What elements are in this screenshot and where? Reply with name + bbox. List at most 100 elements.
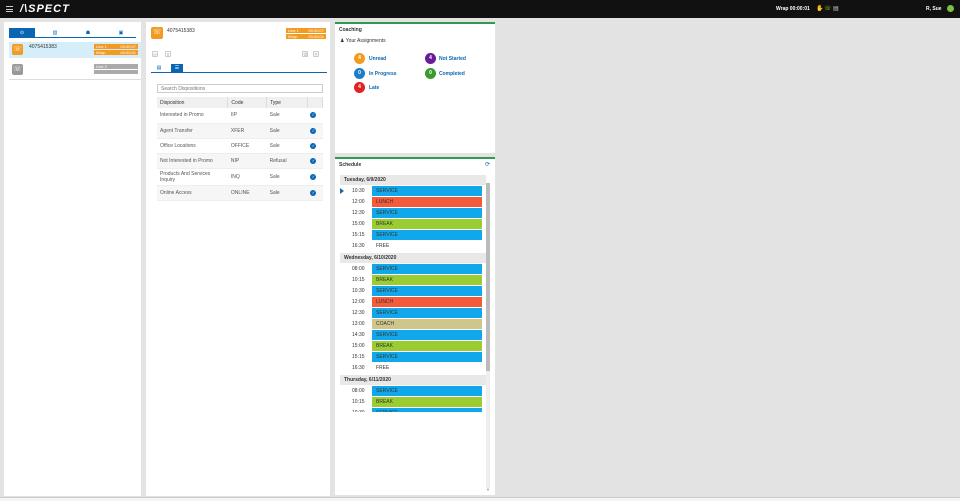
line-badge: Line 1 00:00:07 bbox=[94, 44, 138, 49]
check-icon[interactable]: ✓ bbox=[310, 112, 317, 119]
schedule-row[interactable]: 12:30 SERVICE bbox=[344, 308, 486, 319]
schedule-activity: LUNCH bbox=[372, 197, 482, 207]
hamburger-menu-icon[interactable] bbox=[6, 6, 13, 12]
call-number: 4075415383 bbox=[29, 44, 57, 50]
search-dispositions-input[interactable]: Search Dispositions bbox=[157, 84, 323, 93]
schedule-time: 08:00 bbox=[352, 388, 365, 394]
document-icon[interactable]: ▤ bbox=[153, 64, 165, 73]
not-started-label[interactable]: Not Started bbox=[439, 56, 466, 62]
schedule-row[interactable]: 15:00 BREAK bbox=[344, 341, 486, 352]
schedule-day-header: Thursday, 6/11/2020 bbox=[340, 375, 486, 385]
schedule-row[interactable]: 12:00 LUNCH bbox=[344, 197, 486, 208]
pause-icon[interactable]: ॥ bbox=[165, 51, 171, 58]
check-icon[interactable]: ✓ bbox=[310, 157, 317, 164]
column-header[interactable]: Disposition bbox=[157, 97, 229, 108]
late-count[interactable]: 4 bbox=[354, 82, 365, 93]
schedule-activity: SERVICE bbox=[372, 386, 482, 396]
table-row[interactable]: Agent Transfer XFER Sale ✓ bbox=[157, 123, 323, 139]
completed-label[interactable]: Completed bbox=[439, 71, 465, 77]
coaching-title: Coaching bbox=[339, 27, 362, 33]
schedule-row[interactable]: 13:00 COACH bbox=[344, 319, 486, 330]
scrollbar-thumb[interactable] bbox=[486, 183, 490, 371]
schedule-row[interactable]: 08:00 SERVICE bbox=[344, 386, 486, 397]
in-progress-label[interactable]: In Progress bbox=[369, 71, 397, 77]
phone-list-icon[interactable]: ⊙ bbox=[9, 28, 35, 38]
schedule-time: 15:15 bbox=[352, 232, 365, 238]
user-name[interactable]: R, Sue bbox=[926, 6, 942, 12]
schedule-row[interactable]: 08:00 SERVICE bbox=[344, 264, 486, 275]
unread-label[interactable]: Unread bbox=[369, 56, 386, 62]
schedule-row[interactable]: 10:30SERVICE bbox=[340, 186, 486, 197]
schedule-time: 12:30 bbox=[352, 210, 365, 216]
close-icon[interactable]: ✕ bbox=[313, 51, 319, 58]
status-icon[interactable] bbox=[947, 5, 954, 12]
schedule-activity: BREAK bbox=[372, 397, 482, 407]
schedule-row[interactable]: 10:30SERVICE bbox=[344, 408, 486, 412]
schedule-activity: SERVICE bbox=[372, 352, 482, 362]
chat-icon[interactable]: ▤ bbox=[833, 5, 839, 12]
people-icon[interactable]: ☗ bbox=[75, 28, 101, 38]
table-row[interactable]: Not Interested in Promo NIP Refusal ✓ bbox=[157, 153, 323, 169]
schedule-row[interactable]: 16:30 FREE bbox=[344, 363, 486, 374]
schedule-row[interactable]: 12:00 LUNCH bbox=[344, 297, 486, 308]
schedule-activity: SERVICE bbox=[372, 230, 482, 240]
schedule-activity: FREE bbox=[372, 363, 482, 373]
schedule-activity: SERVICE bbox=[372, 330, 482, 340]
hold-icon[interactable]: ∞ bbox=[152, 51, 158, 58]
check-icon[interactable]: ✓ bbox=[310, 173, 317, 180]
schedule-time: 15:15 bbox=[352, 354, 365, 360]
schedule-time: 15:00 bbox=[352, 221, 365, 227]
detail-number: 4075415383 bbox=[167, 28, 195, 34]
schedule-activity: BREAK bbox=[372, 341, 482, 351]
schedule-activity: LUNCH bbox=[372, 297, 482, 307]
calls-panel: ⊙ ▥ ☗ ▣ ☏ 4075415383 Line 1 00:00:07 Wrap… bbox=[4, 22, 141, 496]
not-started-count[interactable]: 4 bbox=[425, 53, 436, 64]
schedule-row[interactable]: 15:15 SERVICE bbox=[344, 230, 486, 241]
schedule-row[interactable]: 10:15 BREAK bbox=[344, 397, 486, 408]
in-progress-count[interactable]: 0 bbox=[354, 68, 365, 79]
assignments-label: ♟ Your Assignments bbox=[340, 38, 386, 44]
table-row[interactable]: Products And Services Inquiry INQ Sale ✓ bbox=[157, 168, 323, 186]
check-icon[interactable]: ✓ bbox=[310, 142, 317, 149]
schedule-row[interactable]: 14:30 SERVICE bbox=[344, 330, 486, 341]
phone-icon: ☏ bbox=[151, 27, 163, 39]
refresh-icon[interactable]: ⟳ bbox=[485, 161, 490, 168]
phone-status-icon[interactable]: ☏ bbox=[824, 5, 832, 12]
schedule-title: Schedule bbox=[339, 162, 362, 168]
table-row[interactable]: Office Locations OFFICE Sale ✓ bbox=[157, 138, 323, 154]
completed-count[interactable]: 0 bbox=[425, 68, 436, 79]
schedule-row[interactable]: 12:30 SERVICE bbox=[344, 208, 486, 219]
disposition-icon[interactable]: ☰ bbox=[171, 64, 183, 73]
column-header[interactable]: Type bbox=[266, 97, 308, 108]
schedule-row[interactable]: 15:00 BREAK bbox=[344, 219, 486, 230]
divider bbox=[9, 79, 141, 80]
schedule-activity: SERVICE bbox=[372, 286, 482, 296]
schedule-time: 10:30 bbox=[348, 408, 372, 412]
check-icon[interactable]: ✓ bbox=[310, 189, 317, 196]
settings-icon[interactable]: ⚙ bbox=[302, 51, 308, 58]
schedule-row[interactable]: 10:15 BREAK bbox=[344, 275, 486, 286]
unread-count[interactable]: 4 bbox=[354, 53, 365, 64]
aspect-logo: /\SPECT bbox=[20, 3, 70, 15]
detail-tabs: ▤ ☰ bbox=[151, 64, 327, 73]
hand-icon[interactable]: ✋ bbox=[816, 5, 823, 12]
check-icon[interactable]: ✓ bbox=[310, 127, 317, 134]
calls-tabs: ⊙ ▥ ☗ ▣ bbox=[9, 28, 136, 38]
schedule-activity: SERVICE bbox=[372, 186, 482, 196]
schedule-time: 12:00 bbox=[352, 299, 365, 305]
calendar-icon[interactable]: ▥ bbox=[42, 28, 68, 38]
schedule-time: 13:00 bbox=[352, 321, 365, 327]
schedule-time: 15:00 bbox=[352, 343, 365, 349]
wrap-badge bbox=[94, 70, 138, 74]
table-row[interactable]: Online Access ONLINE Sale ✓ bbox=[157, 185, 323, 201]
scroll-down-icon[interactable]: ▼ bbox=[486, 487, 490, 492]
table-row[interactable]: Interested in Promo IIP Sale ✓ bbox=[157, 108, 323, 124]
schedule-row[interactable]: 16:30 FREE bbox=[344, 241, 486, 252]
call-item-active[interactable]: ☏ 4075415383 Line 1 00:00:07 Wrap 00:00:01 bbox=[9, 42, 141, 58]
call-item-line2[interactable]: ☏ Line 2 bbox=[9, 62, 141, 78]
column-header[interactable]: Code bbox=[227, 97, 268, 108]
schedule-row[interactable]: 10:30SERVICE bbox=[344, 286, 486, 297]
inbox-icon[interactable]: ▣ bbox=[108, 28, 134, 38]
late-label[interactable]: Late bbox=[369, 85, 379, 91]
schedule-row[interactable]: 15:15 SERVICE bbox=[344, 352, 486, 363]
